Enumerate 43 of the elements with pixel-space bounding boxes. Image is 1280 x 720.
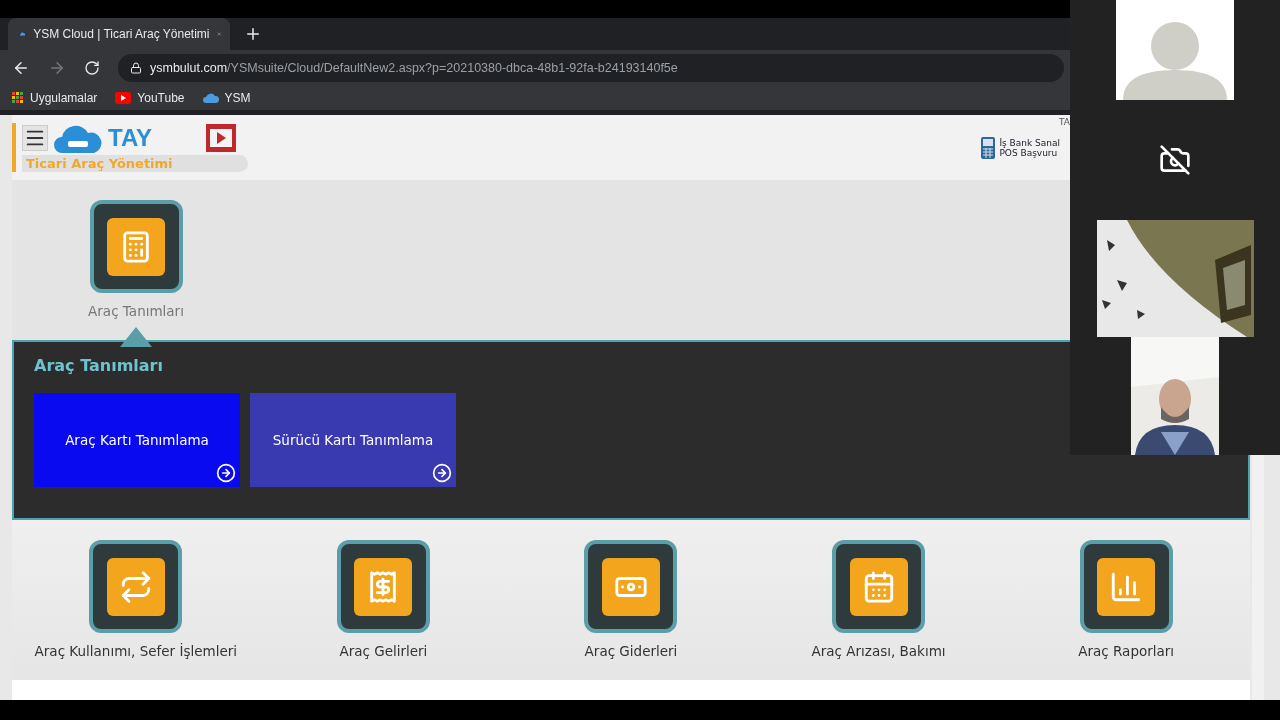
video-icon[interactable] bbox=[206, 124, 236, 152]
module-label: Araç Raporları bbox=[1078, 643, 1175, 659]
menu-button[interactable] bbox=[22, 125, 48, 151]
play-icon bbox=[115, 91, 132, 104]
tab-title: YSM Cloud | Ticari Araç Yönetimi bbox=[33, 27, 210, 41]
module-label: Araç Arızası, Bakımı bbox=[811, 643, 946, 659]
module-button[interactable]: Araç Arızası, Bakımı bbox=[754, 540, 1003, 659]
bookmark-label: YSM bbox=[224, 90, 251, 105]
apps-icon bbox=[12, 91, 24, 104]
pos-text: POS Başvuru bbox=[999, 147, 1059, 158]
module-button[interactable]: Araç Tanımları bbox=[12, 200, 260, 319]
module-button[interactable]: Araç Kullanımı, Sefer İşlemleri bbox=[12, 540, 260, 659]
logo-text: TAY bbox=[108, 124, 152, 152]
module-label: Araç Kullanımı, Sefer İşlemleri bbox=[34, 643, 237, 659]
bookmark-link[interactable]: YSM bbox=[202, 90, 251, 105]
scrollbar[interactable] bbox=[1252, 455, 1264, 700]
app-subtitle: Ticari Araç Yönetimi bbox=[22, 155, 248, 172]
reload-icon[interactable] bbox=[84, 59, 100, 76]
pos-text: İş Bank Sanal bbox=[999, 137, 1060, 148]
module-button[interactable]: Araç Giderleri bbox=[507, 540, 755, 659]
browser-tab[interactable]: YSM Cloud | Ticari Araç Yönetimi bbox=[8, 18, 230, 50]
module-button[interactable]: Araç Gelirleri bbox=[259, 540, 508, 659]
submenu-tile[interactable]: Sürücü Kartı Tanımlama bbox=[250, 393, 456, 487]
cloud-icon bbox=[54, 123, 102, 153]
pos-terminal-icon bbox=[981, 136, 996, 159]
module-label: Araç Giderleri bbox=[584, 643, 678, 659]
lock-icon bbox=[130, 61, 142, 74]
new-tab-icon[interactable] bbox=[244, 25, 262, 43]
corner-text: TA bbox=[1059, 117, 1070, 127]
pos-link[interactable]: İş Bank Sanal POS Başvuru bbox=[981, 136, 1060, 159]
bookmark-label: YouTube bbox=[137, 90, 185, 105]
module-label: Araç Gelirleri bbox=[339, 643, 428, 659]
submenu-tile[interactable]: Araç Kartı Tanımlama bbox=[34, 393, 240, 487]
module-label: Araç Tanımları bbox=[88, 303, 184, 319]
bookmark-link[interactable]: Uygulamalar bbox=[12, 90, 98, 105]
bookmark-label: Uygulamalar bbox=[30, 90, 98, 105]
module-button[interactable]: Araç Raporları bbox=[1002, 540, 1250, 659]
panel-title: Araç Tanımları bbox=[34, 356, 164, 375]
camera-off-icon bbox=[1159, 144, 1191, 176]
cloud-icon bbox=[202, 92, 219, 103]
url-text: ysmbulut.com/YSMsuite/Cloud/DefaultNew2.aspx?p=20210380-dbca-48b1-92fa-b24193140f5e bbox=[150, 60, 678, 75]
bookmark-link[interactable]: YouTube bbox=[115, 90, 185, 105]
address-field[interactable]: ysmbulut.com/YSMsuite/Cloud/DefaultNew2.aspx?p=20210380-dbca-48b1-92fa-b24193140f5e bbox=[118, 53, 1064, 82]
